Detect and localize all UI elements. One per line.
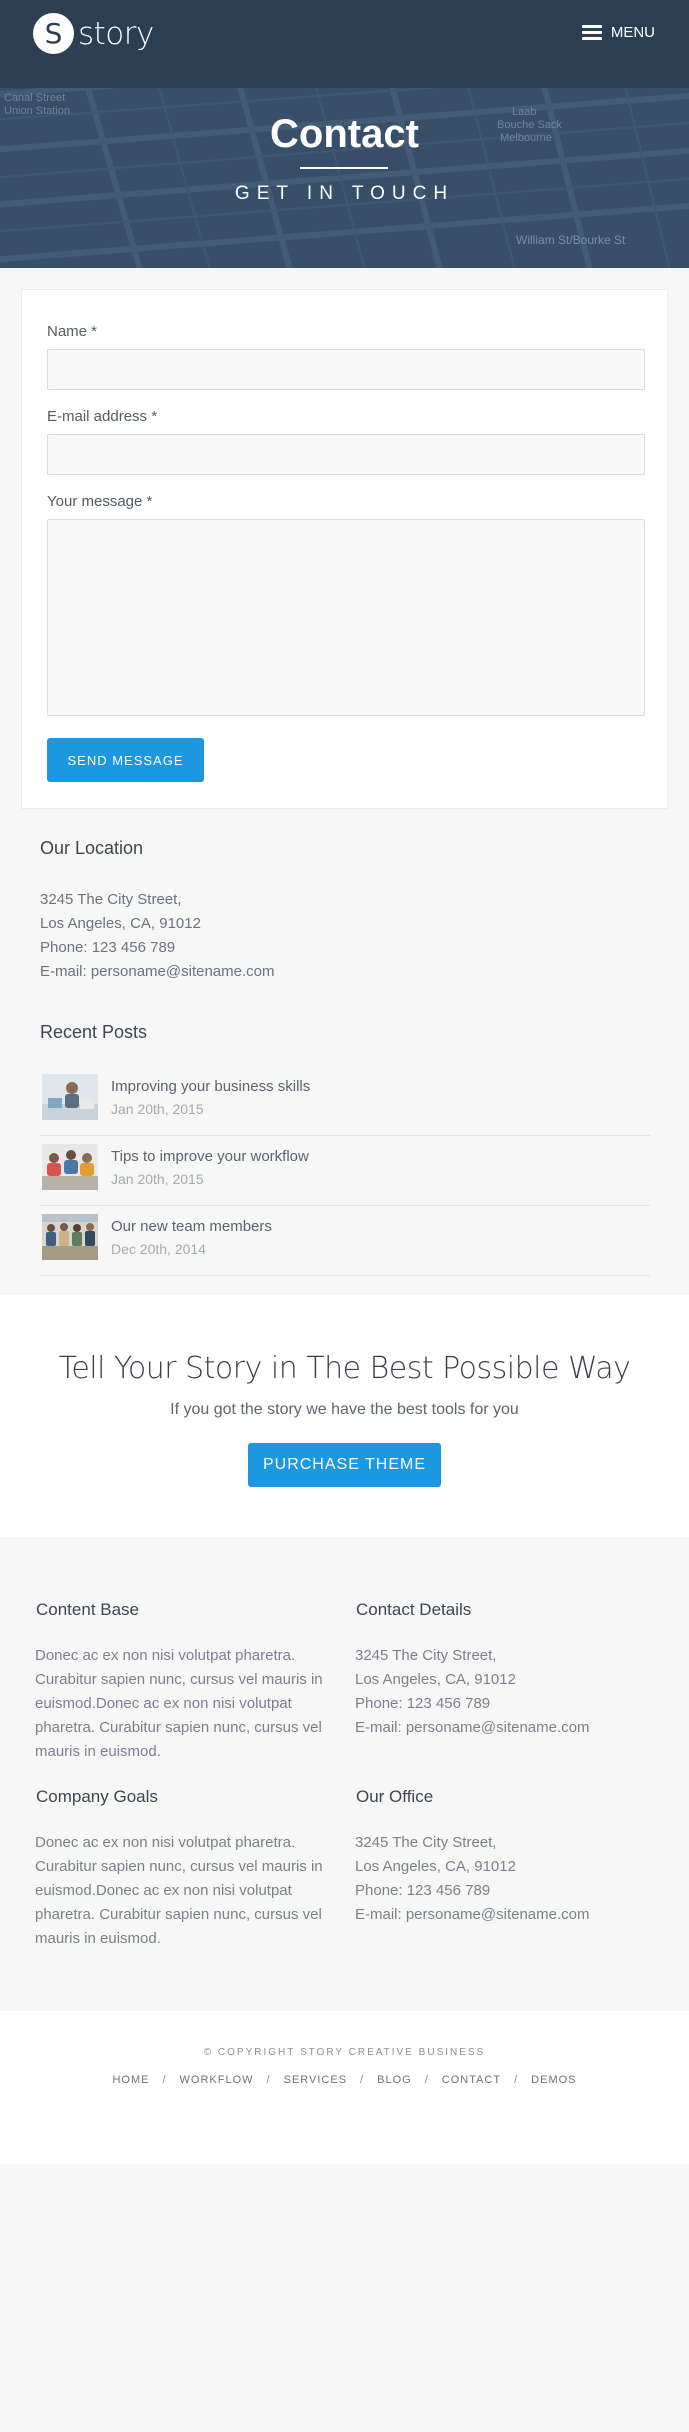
name-label: Name * [47,323,98,340]
our-location-heading: Our Location [40,838,144,858]
footer-separator: / [266,2074,271,2086]
contact-details-heading: Contact Details [356,1600,472,1619]
footer-link-demos[interactable]: DEMOS [531,2074,576,2086]
menu-button[interactable]: MENU [581,24,655,41]
recent-post-item[interactable]: Our new team members Dec 20th, 2014 [40,1206,650,1276]
top-navigation-bar: S story MENU [0,0,689,88]
post-thumbnail [42,1144,98,1190]
copyright-text: © COPYRIGHT STORY CREATIVE BUSINESS [203,2047,486,2058]
footer-separator: / [424,2074,429,2086]
call-to-action: Tell Your Story in The Best Possible Way… [0,1295,689,1537]
contact-details-line: E-mail: personame@sitename.com [355,1719,590,1736]
recent-post-item[interactable]: Tips to improve your workflow Jan 20th, … [40,1136,650,1206]
company-goals-line: euismod.Donec ac ex non nisi volutpat [35,1882,292,1899]
company-goals-line: Curabitur sapien nunc, cursus vel mauris… [35,1858,323,1875]
contact-details-line: Los Angeles, CA, 91012 [355,1671,516,1688]
our-office-heading: Our Office [356,1787,434,1806]
site-logo[interactable]: S story [33,13,154,54]
site-footer: © COPYRIGHT STORY CREATIVE BUSINESS HOME… [0,2011,689,2164]
post-date: Dec 20th, 2014 [111,1241,206,1257]
hero-banner: Canal Street Union Station Laab Bouche S… [0,0,689,268]
recent-post-item[interactable]: Improving your business skills Jan 20th,… [40,1066,650,1136]
footer-link-blog[interactable]: BLOG [377,2074,412,2086]
post-title[interactable]: Improving your business skills [111,1078,310,1095]
content-base-line: euismod.Donec ac ex non nisi volutpat [35,1695,292,1712]
footer-link-contact[interactable]: CONTACT [442,2074,501,2086]
our-office-line: Phone: 123 456 789 [355,1882,491,1899]
company-goals-line: Donec ac ex non nisi volutpat pharetra. [35,1834,296,1851]
content-base-heading: Content Base [36,1600,140,1619]
recent-posts-heading: Recent Posts [40,1022,148,1042]
post-title[interactable]: Our new team members [111,1218,272,1235]
hamburger-icon [581,25,602,40]
email-input[interactable] [47,434,645,475]
footer-link-workflow[interactable]: WORKFLOW [180,2074,254,2086]
post-date: Jan 20th, 2015 [111,1101,204,1117]
cta-title: Tell Your Story in The Best Possible Way [58,1351,631,1386]
purchase-theme-button[interactable]: PURCHASE THEME [248,1443,441,1487]
map-label-canal-street: Canal Street [4,92,66,104]
contact-details-line: 3245 The City Street, [355,1647,497,1664]
content-base-line: Donec ac ex non nisi volutpat pharetra. [35,1647,296,1664]
footer-separator: / [514,2074,519,2086]
content-base-line: Curabitur sapien nunc, cursus vel mauris… [35,1671,323,1688]
contact-form: Name * E-mail address * Your message * S… [21,289,668,809]
map-label-william-st: William St/Bourke St [516,233,626,247]
message-label: Your message * [47,493,153,510]
logo-mark: S [33,13,74,54]
our-office-line: Los Angeles, CA, 91012 [355,1858,516,1875]
company-goals-line: mauris in euismod. [35,1930,161,1947]
footer-link-home[interactable]: HOME [112,2074,149,2086]
logo-text: story [78,15,154,52]
location-address-line-1: 3245 The City Street, [40,891,182,908]
post-title[interactable]: Tips to improve your workflow [111,1148,309,1165]
message-textarea[interactable] [47,519,645,716]
content-base-line: mauris in euismod. [35,1743,161,1760]
post-date: Jan 20th, 2015 [111,1171,204,1187]
location-email: E-mail: personame@sitename.com [40,963,275,980]
location-address-line-2: Los Angeles, CA, 91012 [40,915,201,932]
our-office-text: 3245 The City Street, Los Angeles, CA, 9… [355,1831,645,1927]
page-subtitle: GET IN TOUCH [234,183,455,204]
content-base-text: Donec ac ex non nisi volutpat pharetra. … [35,1644,325,1764]
footer-navigation: HOME / WORKFLOW / SERVICES / BLOG / CONTACT / DEMO… [0,2074,689,2086]
post-thumbnail [42,1214,98,1260]
contact-details-line: Phone: 123 456 789 [355,1695,491,1712]
location-phone: Phone: 123 456 789 [40,939,176,956]
content-base-line: pharetra. Curabitur sapien nunc, cursus … [35,1719,322,1736]
post-thumbnail [42,1074,98,1120]
our-office-line: E-mail: personame@sitename.com [355,1906,590,1923]
footer-link-services[interactable]: SERVICES [284,2074,347,2086]
company-goals-text: Donec ac ex non nisi volutpat pharetra. … [35,1831,325,1951]
company-goals-heading: Company Goals [36,1787,158,1806]
name-input[interactable] [47,349,645,390]
menu-label: MENU [610,24,655,41]
footer-separator: / [360,2074,365,2086]
company-goals-line: pharetra. Curabitur sapien nunc, cursus … [35,1906,322,1923]
send-message-button[interactable]: SEND MESSAGE [47,738,204,782]
cta-subtitle: If you got the story we have the best to… [170,1401,519,1418]
page-title: Contact [270,112,419,156]
email-label: E-mail address * [47,408,158,425]
our-office-line: 3245 The City Street, [355,1834,497,1851]
footer-separator: / [162,2074,167,2086]
title-divider [300,167,388,169]
contact-details-text: 3245 The City Street, Los Angeles, CA, 9… [355,1644,645,1740]
